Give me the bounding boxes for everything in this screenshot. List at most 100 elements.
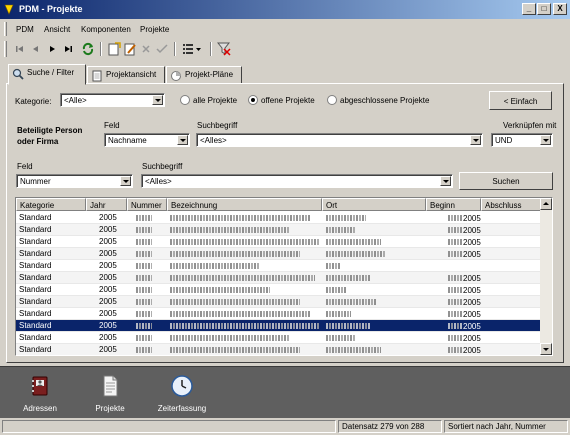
column-header-nummer[interactable]: Nummer — [127, 198, 167, 211]
suchen-button[interactable]: Suchen — [459, 172, 553, 190]
cell-jahr: 2005 — [99, 345, 117, 354]
table-row[interactable]: Standard 2005 2005 — [16, 272, 542, 284]
cell-ort — [326, 333, 356, 343]
cell-nummer — [136, 261, 152, 271]
menu-komponenten[interactable]: Komponenten — [81, 25, 131, 34]
plans-icon — [171, 71, 181, 81]
filter-off-icon[interactable] — [216, 41, 232, 57]
cell-jahr: 2005 — [99, 249, 117, 258]
tab-projekt-plaene[interactable]: Projekt-Pläne — [166, 66, 242, 84]
tab-projektansicht[interactable]: Projektansicht — [87, 66, 165, 84]
refresh-icon[interactable] — [80, 41, 96, 57]
verknuepfen-select-value: UND — [495, 136, 513, 145]
column-header-kategorie[interactable]: Kategorie — [16, 198, 86, 211]
cell-jahr-text: 2005 — [99, 285, 117, 294]
cell-kategorie-text: Standard — [19, 237, 52, 246]
column-header-beginn[interactable]: Beginn — [426, 198, 481, 211]
radio-offene-projekte[interactable] — [248, 95, 258, 105]
radio-abgeschlossene-projekte-label[interactable]: abgeschlossene Projekte — [340, 96, 429, 105]
feld2-select[interactable]: Nummer — [16, 174, 133, 188]
redacted-text — [326, 299, 376, 305]
redacted-text — [136, 335, 152, 341]
chevron-down-icon[interactable] — [540, 135, 551, 145]
chevron-down-icon[interactable] — [177, 135, 188, 145]
cell-bezeichnung — [170, 213, 310, 223]
column-header-jahr[interactable]: Jahr — [86, 198, 127, 211]
cell-beginn: 2005 — [448, 297, 481, 307]
cell-jahr: 2005 — [99, 261, 117, 270]
nav-zeiterfassung-label: Zeiterfassung — [157, 404, 207, 413]
feld2-select-value: Nummer — [20, 177, 51, 186]
delete-record-icon[interactable] — [138, 41, 154, 57]
table-row[interactable]: Standard 2005 2005 — [16, 284, 542, 296]
table-row[interactable]: Standard 2005 2005 — [16, 296, 542, 308]
menu-ansicht[interactable]: Ansicht — [44, 25, 70, 34]
column-header-bezeichnung[interactable]: Bezeichnung — [167, 198, 322, 211]
verknuepfen-select[interactable]: UND — [491, 133, 553, 147]
first-record-icon[interactable] — [12, 41, 28, 57]
cell-bezeichnung — [170, 297, 300, 307]
chevron-down-icon[interactable] — [120, 176, 131, 186]
prev-record-icon[interactable] — [28, 41, 44, 57]
cell-kategorie: Standard — [19, 285, 51, 294]
table-row[interactable]: Standard 2005 — [16, 260, 542, 272]
list-view-icon[interactable] — [180, 41, 204, 57]
chevron-down-icon[interactable] — [440, 176, 451, 186]
table-row[interactable]: Standard 2005 2005 — [16, 236, 542, 248]
tab-suche-filter[interactable]: Suche / Filter — [8, 64, 86, 85]
nav-zeiterfassung[interactable]: Zeiterfassung — [153, 374, 211, 413]
redacted-text — [170, 287, 270, 293]
redacted-text — [170, 299, 300, 305]
cell-beginn: 2005 — [448, 345, 481, 355]
cell-bezeichnung — [170, 237, 320, 247]
column-header-abschluss[interactable]: Abschluss — [481, 198, 542, 211]
next-record-icon[interactable] — [44, 41, 60, 57]
last-record-icon[interactable] — [60, 41, 76, 57]
table-row[interactable]: Standard 2005 2005 — [16, 224, 542, 236]
einfach-button[interactable]: < Einfach — [489, 91, 552, 110]
new-record-icon[interactable] — [106, 41, 122, 57]
redacted-text — [136, 251, 152, 257]
radio-offene-projekte-label[interactable]: offene Projekte — [261, 96, 315, 105]
minimize-button[interactable]: _ — [522, 3, 536, 15]
cell-ort — [326, 261, 341, 271]
column-header-ort[interactable]: Ort — [322, 198, 426, 211]
suchbegriff2-select-value: <Alles> — [145, 177, 172, 186]
chevron-down-icon[interactable] — [152, 95, 163, 105]
cell-beginn-text: 2005 — [463, 250, 481, 259]
radio-alle-projekte-label[interactable]: alle Projekte — [193, 96, 237, 105]
menu-projekte[interactable]: Projekte — [140, 25, 169, 34]
apply-checkmark-icon[interactable] — [154, 41, 170, 57]
cell-beginn-text: 2005 — [463, 310, 481, 319]
feld-select[interactable]: Nachname — [104, 133, 190, 147]
table-row[interactable]: Standard 2005 2005 — [16, 248, 542, 260]
kategorie-select[interactable]: <Alle> — [60, 93, 165, 107]
table-row[interactable]: Standard 2005 2005 — [16, 332, 542, 344]
scroll-down-arrow-icon[interactable] — [540, 343, 552, 355]
tab-label: Projektansicht — [106, 70, 157, 79]
redacted-text — [448, 347, 462, 353]
scroll-up-arrow-icon[interactable] — [540, 198, 552, 210]
maximize-button[interactable]: □ — [537, 3, 551, 15]
radio-abgeschlossene-projekte[interactable] — [327, 95, 337, 105]
chevron-down-icon[interactable] — [470, 135, 481, 145]
redacted-text — [448, 239, 462, 245]
table-row[interactable]: Standard 2005 2005 — [16, 344, 542, 355]
edit-record-icon[interactable] — [122, 41, 138, 57]
table-row[interactable]: Standard 2005 2005 — [16, 320, 542, 332]
close-button[interactable]: X — [553, 3, 567, 15]
suchbegriff-select[interactable]: <Alles> — [196, 133, 483, 147]
suchbegriff2-select[interactable]: <Alles> — [141, 174, 453, 188]
grid-vertical-scrollbar[interactable] — [540, 198, 552, 355]
table-row[interactable]: Standard 2005 2005 — [16, 308, 542, 320]
cell-bezeichnung — [170, 309, 310, 319]
table-row[interactable]: Standard 2005 2005 — [16, 212, 542, 224]
nav-projekte[interactable]: Projekte — [83, 374, 137, 413]
cell-jahr: 2005 — [99, 237, 117, 246]
toolbar — [2, 38, 568, 60]
cell-jahr-text: 2005 — [99, 225, 117, 234]
nav-adressen[interactable]: Adressen — [13, 374, 67, 413]
menu-pdm[interactable]: PDM — [16, 25, 34, 34]
radio-alle-projekte[interactable] — [180, 95, 190, 105]
cell-beginn-text: 2005 — [463, 274, 481, 283]
